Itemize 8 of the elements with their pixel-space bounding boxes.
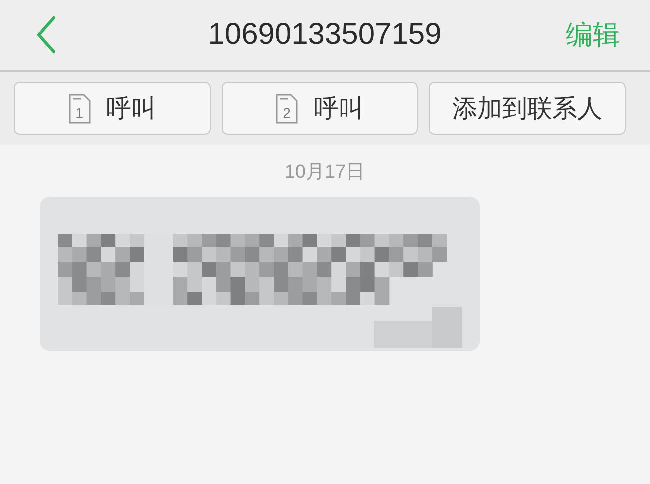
sim-card-icon: 1 [68, 94, 90, 124]
phone-number-title: 10690133507159 [207, 18, 443, 52]
call-button[interactable]: 1 呼叫 [14, 82, 211, 135]
call-button[interactable]: 2 呼叫 [222, 82, 418, 135]
chevron-left-icon [36, 16, 56, 54]
message-date: 10月17日 [284, 161, 366, 185]
sim-card-icon: 2 [276, 94, 298, 124]
add-to-contacts-button[interactable]: 添加到联系人 [429, 82, 626, 135]
